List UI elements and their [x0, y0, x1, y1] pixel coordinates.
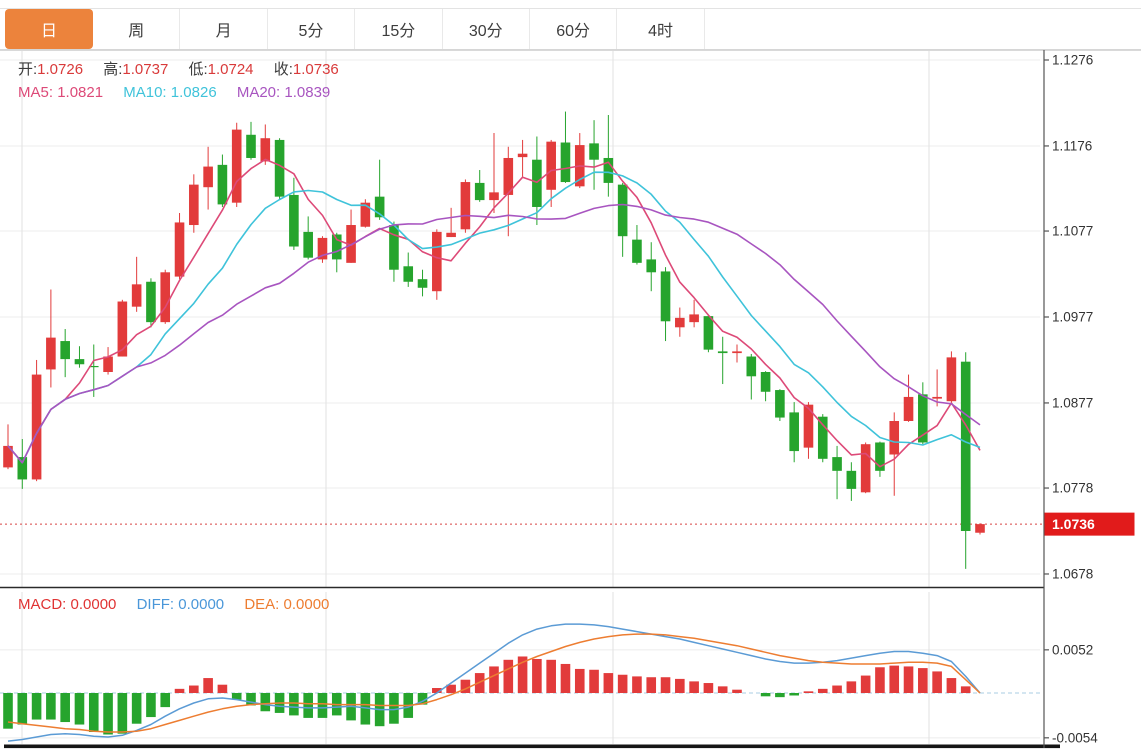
- high-value: 1.0737: [122, 61, 168, 78]
- dea-value: 0.0000: [284, 596, 330, 613]
- ma20-label: MA20:: [237, 84, 280, 101]
- high-label: 高:: [103, 61, 122, 78]
- macd-value: 0.0000: [71, 596, 117, 613]
- ma10-label: MA10:: [123, 84, 166, 101]
- kline-chart-widget: 日 周 月 5分 15分 30分 60分 4时 开:1.0726 高:1.073…: [0, 0, 1141, 752]
- axis-tick-label: 0.0052: [1052, 642, 1093, 657]
- diff-label: DIFF:: [137, 596, 175, 613]
- interval-tab-bar: 日 周 月 5分 15分 30分 60分 4时: [0, 8, 1141, 50]
- tab-4hour[interactable]: 4时: [617, 9, 704, 49]
- tab-15min[interactable]: 15分: [355, 9, 442, 49]
- axis-tick-label: 1.1077: [1052, 224, 1093, 239]
- tab-month[interactable]: 月: [180, 9, 267, 49]
- ohlc-readout: 开:1.0726 高:1.0737 低:1.0724 收:1.0736: [18, 58, 355, 79]
- axis-tick-label: 1.0778: [1052, 481, 1093, 496]
- price-axis: 1.1276 1.1176 1.1077 1.0977 1.0877 1.0778 1.06…: [1044, 50, 1098, 748]
- macd-readout: MACD: 0.0000 DIFF: 0.0000 DEA: 0.0000: [18, 596, 345, 613]
- diff-value: 0.0000: [178, 596, 224, 613]
- axis-tick-label: 1.1276: [1052, 53, 1093, 68]
- tab-60min[interactable]: 60分: [530, 9, 617, 49]
- ma5-value: 1.0821: [57, 84, 103, 101]
- open-value: 1.0726: [37, 61, 83, 78]
- tab-day[interactable]: 日: [5, 9, 93, 49]
- macd-chart-surface[interactable]: [0, 592, 1044, 744]
- ma5-label: MA5:: [18, 84, 53, 101]
- macd-label: MACD:: [18, 596, 66, 613]
- tab-5min[interactable]: 5分: [268, 9, 355, 49]
- last-price-badge-label: 1.0736: [1052, 516, 1095, 532]
- dea-label: DEA:: [244, 596, 279, 613]
- last-price-badge: 1.0736: [1045, 513, 1135, 536]
- low-value: 1.0724: [208, 61, 254, 78]
- axis-tick-label: -0.0054: [1052, 730, 1098, 745]
- axis-tick-label: 1.0678: [1052, 566, 1093, 581]
- axis-tick-label: 1.0877: [1052, 395, 1093, 410]
- close-value: 1.0736: [293, 61, 339, 78]
- ma20-value: 1.0839: [284, 84, 330, 101]
- price-chart-canvas[interactable]: 1.1276 1.1176 1.1077 1.0977 1.0877 1.0778 1.06…: [0, 50, 1141, 752]
- ma10-value: 1.0826: [171, 84, 217, 101]
- tab-week[interactable]: 周: [93, 9, 180, 49]
- ma-readout: MA5: 1.0821 MA10: 1.0826 MA20: 1.0839: [18, 84, 346, 101]
- tab-30min[interactable]: 30分: [443, 9, 530, 49]
- low-label: 低:: [188, 61, 207, 78]
- main-chart-surface[interactable]: [0, 50, 1044, 587]
- open-label: 开:: [18, 61, 37, 78]
- axis-tick-label: 1.1176: [1052, 138, 1092, 153]
- axis-tick-label: 1.0977: [1052, 309, 1093, 324]
- close-label: 收:: [274, 61, 293, 78]
